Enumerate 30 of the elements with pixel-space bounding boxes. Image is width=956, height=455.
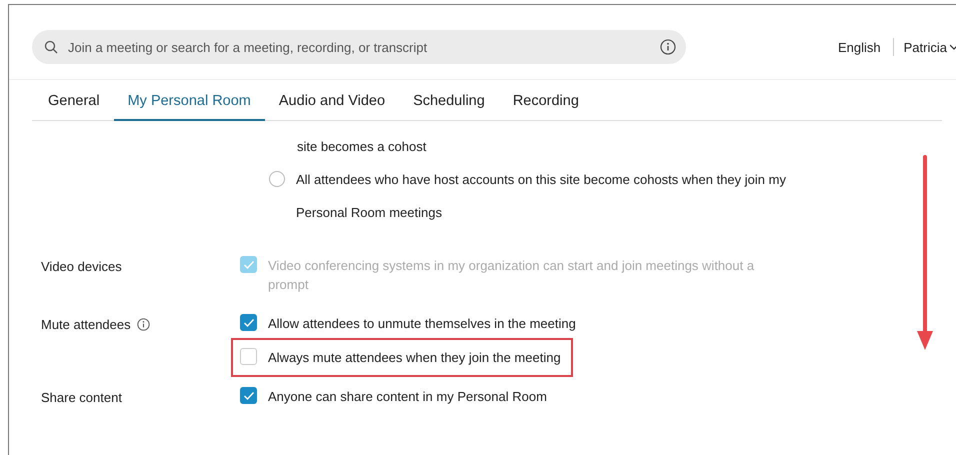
- search-icon: [44, 40, 58, 54]
- radio-button[interactable]: [269, 171, 285, 187]
- search-field[interactable]: Join a meeting or search for a meeting, recording, or transcript: [66, 38, 660, 56]
- down-arrow-icon: [917, 155, 933, 351]
- search-bar[interactable]: Join a meeting or search for a meeting, recording, or transcript: [32, 30, 686, 64]
- info-icon[interactable]: [136, 318, 150, 331]
- check-icon: [242, 260, 254, 270]
- language-link[interactable]: English: [838, 40, 881, 54]
- checkbox[interactable]: [240, 387, 257, 404]
- tab[interactable]: Scheduling: [399, 80, 499, 121]
- checkbox-label: Anyone can share content in my Personal Room: [268, 388, 547, 406]
- setting-label: Video devices: [41, 259, 122, 274]
- radio-label: All attendees who have host accounts on this site become cohosts when they join my Personal Room meetings: [296, 171, 787, 222]
- setting-label: Mute attendees: [41, 317, 131, 332]
- tab[interactable]: My Personal Room: [114, 80, 265, 121]
- check-icon: [242, 318, 254, 328]
- setting-label: Share content: [41, 390, 122, 405]
- checkbox-label: Always mute attendees when they join the meeting: [268, 349, 561, 367]
- checkbox-label: Allow attendees to unmute themselves in the meeting: [268, 315, 576, 333]
- tab[interactable]: Recording: [498, 80, 593, 121]
- info-icon[interactable]: [660, 39, 676, 55]
- option-text: site becomes a cohost: [297, 138, 428, 156]
- checkbox[interactable]: [240, 314, 257, 331]
- tab[interactable]: General: [34, 80, 114, 121]
- check-icon: [242, 390, 254, 400]
- tab[interactable]: Audio and Video: [264, 80, 400, 121]
- user-menu[interactable]: Patricia: [904, 40, 947, 54]
- chevron-icon[interactable]: [950, 43, 956, 51]
- checkbox[interactable]: [240, 348, 257, 365]
- checkbox-label: Video conferencing systems in my organization can start and join meetings without a prompt: [268, 257, 756, 294]
